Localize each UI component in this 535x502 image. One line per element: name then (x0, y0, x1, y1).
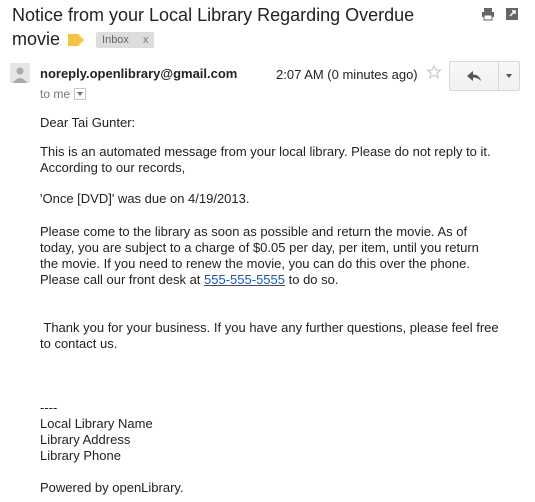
reply-icon (467, 71, 481, 81)
paragraph-3-line-3: the movie. If you need to renew the movi… (40, 256, 470, 271)
call-text: Please call our front desk at (40, 272, 205, 287)
phone-link[interactable]: 555-555-5555 (204, 272, 285, 287)
paragraph-4-line-1: Thank you for your business. If you have… (40, 320, 499, 335)
paragraph-3-line-1: Please come to the library as soon as po… (40, 224, 468, 239)
powered-by: Powered by openLibrary. (40, 480, 184, 495)
recipient-text: to me (40, 87, 71, 101)
message-time: 2:07 AM (0 minutes ago) (276, 67, 418, 82)
paragraph-3-line-4: Please call our front desk at 555-555-55… (40, 272, 338, 288)
print-icon[interactable] (481, 7, 495, 21)
reply-button[interactable] (450, 62, 499, 90)
avatar-icon (10, 63, 30, 83)
recipient-line: to me (40, 87, 87, 101)
paragraph-3-line-2: today, you are subject to a charge of $0… (40, 240, 479, 255)
remove-label-button[interactable]: x (143, 34, 149, 46)
new-window-icon[interactable] (505, 7, 519, 21)
greeting: Dear Tai Gunter: (40, 115, 136, 130)
inbox-label-chip[interactable]: Inbox x (96, 32, 155, 48)
signature-name: Local Library Name (40, 416, 153, 431)
more-actions-button[interactable] (499, 62, 519, 90)
inbox-label-text: Inbox (102, 34, 129, 46)
email-subject: Notice from your Local Library Regarding… (12, 3, 467, 51)
sender-address[interactable]: noreply.openlibrary@gmail.com (40, 66, 237, 81)
subject-line-1: Notice from your Local Library Regarding… (12, 5, 415, 25)
signature-address: Library Address (40, 432, 131, 447)
signature-phone: Library Phone (40, 448, 121, 463)
call-text-end: to do so. (285, 272, 339, 287)
chevron-down-icon (506, 74, 512, 78)
paragraph-1-line-2: According to our records, (40, 160, 186, 175)
reply-button-group (449, 61, 520, 91)
subject-line-2: movie (12, 29, 61, 49)
paragraph-4-line-2: to contact us. (40, 336, 118, 351)
due-date-line: 'Once [DVD]' was due on 4/19/2013. (40, 191, 250, 206)
thread-actions (481, 7, 519, 21)
label-tag-icon[interactable] (68, 34, 85, 46)
show-details-icon[interactable] (74, 88, 87, 100)
signature-separator: ---- (40, 400, 58, 415)
star-icon[interactable] (426, 64, 442, 85)
paragraph-1-line-1: This is an automated message from your l… (40, 144, 491, 159)
